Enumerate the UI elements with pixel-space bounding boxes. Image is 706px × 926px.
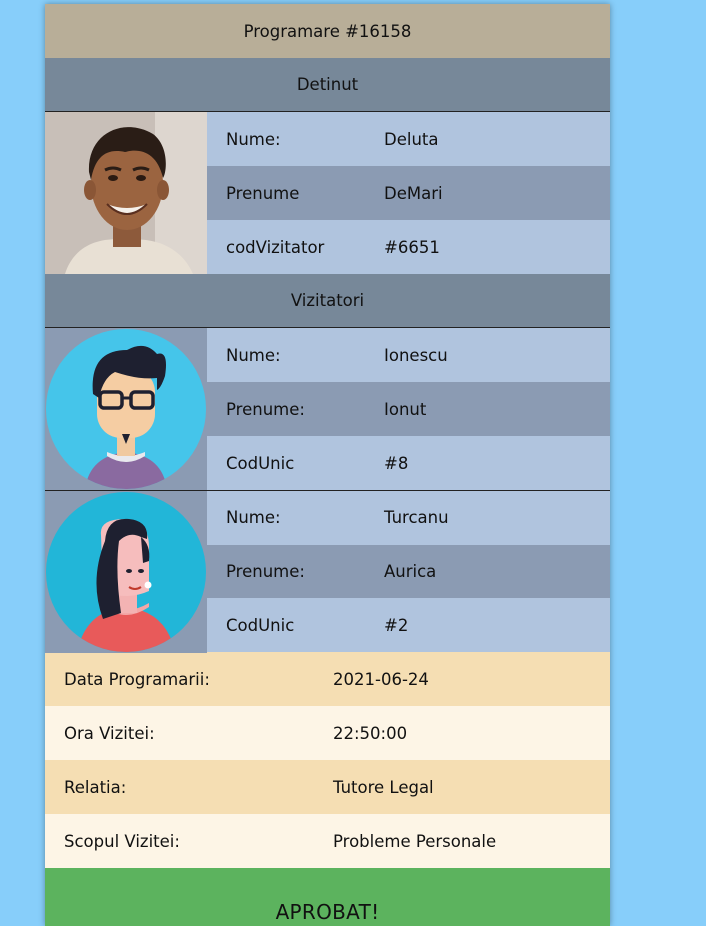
field-label: Prenume:	[226, 562, 305, 581]
field-value: DeMari	[384, 183, 443, 203]
woman-avatar-icon	[46, 492, 206, 652]
field-value: Ionescu	[384, 345, 448, 365]
field-value: #2	[384, 615, 409, 635]
detainee-photo	[45, 112, 207, 274]
field-label: Prenume	[226, 183, 300, 203]
field-label: Prenume:	[226, 399, 305, 419]
detainee-row-nume: Nume: Deluta	[207, 112, 610, 166]
detail-row-date: Data Programarii: 2021-06-24	[45, 652, 610, 706]
appointment-card: Programare #16158 Detinut Nume: Deluta P…	[45, 4, 610, 926]
visitor-row-prenume: Prenume: Aurica	[207, 544, 610, 599]
field-label: Nume:	[226, 508, 281, 528]
detainee-section-title: Detinut	[296, 75, 359, 94]
visitor-row-cod: CodUnic #8	[207, 436, 610, 490]
field-label: codVizitator	[226, 237, 325, 257]
status-label: APROBAT!	[275, 900, 380, 924]
detainee-row-cod: codVizitator #6651	[207, 220, 610, 274]
field-label: CodUnic	[226, 453, 295, 473]
visitor-card: Nume: Ionescu Prenume: Ionut CodUnic #8	[45, 328, 610, 490]
field-value: Deluta	[384, 129, 439, 149]
field-label: Nume:	[226, 345, 281, 365]
visitor-row-nume: Nume: Ionescu	[207, 328, 610, 382]
field-label: Nume:	[226, 129, 281, 149]
appointment-details: Data Programarii: 2021-06-24 Ora Vizitei…	[45, 652, 610, 868]
detail-label: Relatia:	[64, 777, 127, 797]
detail-label: Scopul Vizitei:	[64, 831, 180, 851]
detail-label: Ora Vizitei:	[64, 723, 155, 743]
visitor-row-prenume: Prenume: Ionut	[207, 382, 610, 436]
field-value: Ionut	[384, 399, 427, 419]
visitor-fields: Nume: Ionescu Prenume: Ionut CodUnic #8	[207, 328, 610, 490]
detainee-row-prenume: Prenume DeMari	[207, 166, 610, 220]
field-value: #8	[384, 453, 409, 473]
field-value: #6651	[384, 237, 440, 257]
field-label: CodUnic	[226, 615, 295, 635]
visitors-section-title: Vizitatori	[290, 291, 365, 310]
visitor-card: Nume: Turcanu Prenume: Aurica CodUnic #2	[45, 490, 610, 653]
visitors-section-header: Vizitatori	[45, 274, 610, 328]
visitor-fields: Nume: Turcanu Prenume: Aurica CodUnic #2	[207, 491, 610, 653]
detail-value: 22:50:00	[333, 723, 408, 743]
detail-value: 2021-06-24	[333, 669, 429, 689]
man-avatar-icon	[46, 329, 206, 489]
detainee-section-header: Detinut	[45, 58, 610, 112]
appointment-header: Programare #16158	[45, 4, 610, 58]
appointment-title: Programare #16158	[243, 21, 412, 41]
visitor-avatar	[45, 491, 207, 653]
detainee-fields: Nume: Deluta Prenume DeMari codVizitator…	[207, 112, 610, 274]
visitor-row-nume: Nume: Turcanu	[207, 491, 610, 545]
visitor-row-cod: CodUnic #2	[207, 598, 610, 653]
detail-row-purpose: Scopul Vizitei: Probleme Personale	[45, 814, 610, 868]
detainee-card: Nume: Deluta Prenume DeMari codVizitator…	[45, 112, 610, 274]
detail-value: Probleme Personale	[333, 831, 497, 851]
detail-row-relation: Relatia: Tutore Legal	[45, 760, 610, 814]
detail-row-time: Ora Vizitei: 22:50:00	[45, 706, 610, 760]
field-value: Turcanu	[384, 508, 449, 528]
status-badge: APROBAT!	[45, 868, 610, 926]
visitor-avatar	[45, 328, 207, 490]
detail-value: Tutore Legal	[333, 777, 434, 797]
field-value: Aurica	[384, 562, 437, 581]
detail-label: Data Programarii:	[64, 669, 210, 689]
